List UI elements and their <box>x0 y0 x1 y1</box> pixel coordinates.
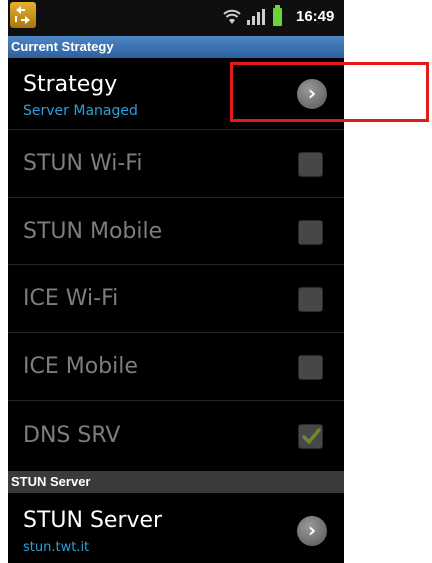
battery-icon <box>273 5 282 26</box>
wifi-icon <box>223 9 241 24</box>
stun-server-title: STUN Server <box>23 508 163 533</box>
stun-server-chevron-button[interactable]: › <box>297 516 327 546</box>
dns-srv-row[interactable]: DNS SRV <box>8 401 344 471</box>
ice-wifi-row[interactable]: ICE Wi-Fi <box>8 265 344 333</box>
ice-wifi-title: ICE Wi-Fi <box>23 286 119 311</box>
ice-mobile-title: ICE Mobile <box>23 354 138 379</box>
stun-mobile-checkbox[interactable] <box>298 220 323 245</box>
signal-icon <box>247 9 265 25</box>
section-header-stun-server: STUN Server <box>8 471 344 493</box>
stun-wifi-title: STUN Wi-Fi <box>23 151 143 176</box>
strategy-summary: Server Managed <box>23 103 138 119</box>
dns-srv-checkbox[interactable] <box>298 424 323 449</box>
checkmark-icon <box>302 428 321 444</box>
section-header-current-strategy: Current Strategy <box>8 36 344 58</box>
highlight-annotation-box <box>230 62 429 122</box>
stun-mobile-row[interactable]: STUN Mobile <box>8 198 344 265</box>
stun-wifi-row[interactable]: STUN Wi-Fi <box>8 130 344 198</box>
ice-mobile-checkbox[interactable] <box>298 355 323 380</box>
dns-srv-title: DNS SRV <box>23 423 121 448</box>
chevron-right-icon: › <box>307 518 317 542</box>
ice-mobile-row[interactable]: ICE Mobile <box>8 333 344 401</box>
stun-wifi-checkbox[interactable] <box>298 152 323 177</box>
stun-server-summary: stun.twt.it <box>23 540 90 555</box>
ice-wifi-checkbox[interactable] <box>298 287 323 312</box>
status-bar: 16:49 <box>8 0 344 36</box>
strategy-title: Strategy <box>23 72 118 97</box>
download-notification-icon[interactable] <box>10 2 36 28</box>
stun-mobile-title: STUN Mobile <box>23 219 163 244</box>
stun-server-preference-row[interactable]: STUN Server stun.twt.it › <box>8 493 344 563</box>
status-clock: 16:49 <box>296 8 335 25</box>
